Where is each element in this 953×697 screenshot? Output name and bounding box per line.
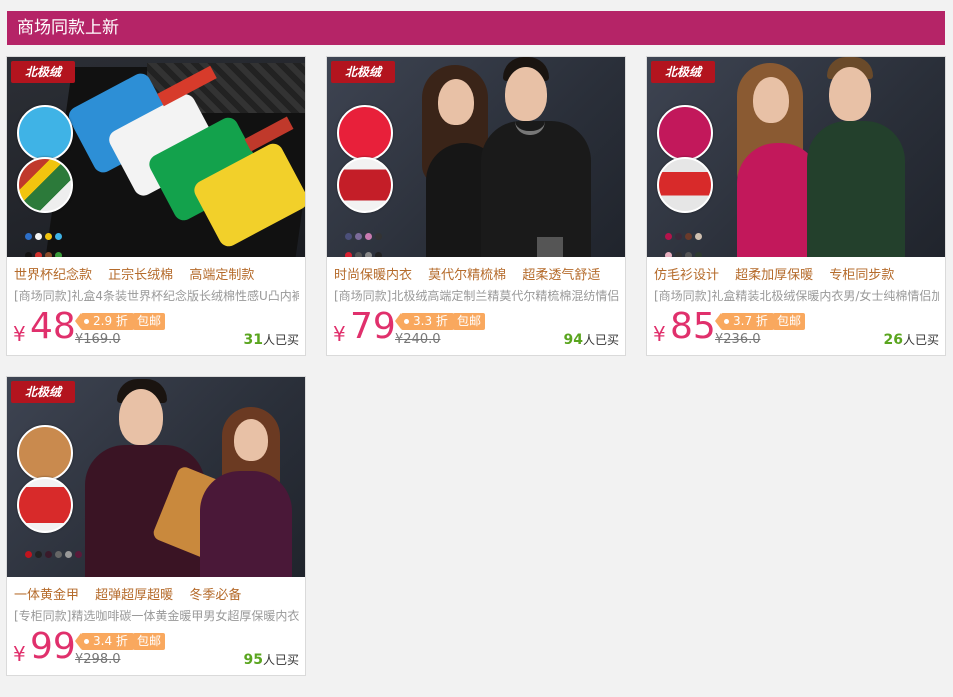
original-price: ¥240.0 bbox=[395, 332, 441, 347]
discount-badge: 3.7 折 bbox=[715, 313, 774, 330]
feature-tag: 正宗长绒棉 bbox=[108, 268, 174, 283]
color-dots bbox=[25, 225, 65, 257]
color-dots bbox=[665, 225, 705, 257]
currency-symbol: ¥ bbox=[13, 322, 26, 346]
feature-tag: 高端定制款 bbox=[189, 268, 255, 283]
original-price: ¥169.0 bbox=[75, 332, 121, 347]
currency-symbol: ¥ bbox=[333, 322, 346, 346]
sold-count: 95人已买 bbox=[243, 652, 300, 668]
sold-count: 31人已买 bbox=[243, 332, 300, 348]
feature-tag: 世界杯纪念款 bbox=[14, 268, 93, 283]
product-card[interactable]: 北极绒 一体黄金甲 超弹超厚超暖 冬季必备 [专柜同款]精选咖啡碳一体黄金暖甲男… bbox=[6, 376, 306, 676]
product-title-link[interactable]: [专柜同款]精选咖啡碳一体黄金暖甲男女超厚保暖内衣加绒加厚套装 bbox=[14, 607, 299, 624]
color-swatch-1[interactable] bbox=[657, 105, 713, 161]
product-title-link[interactable]: [商场同款]北极绒高端定制兰精莫代尔精梳棉混纺情侣保暖内衣套装 bbox=[334, 287, 619, 304]
brand-logo: 北极绒 bbox=[11, 381, 75, 403]
product-title-link[interactable]: [商场同款]礼盒精装北极绒保暖内衣男/女士纯棉情侣加厚秋衣秋裤套装 bbox=[654, 287, 939, 304]
feature-tag: 超柔透气舒适 bbox=[522, 268, 601, 283]
sale-price: 79 bbox=[350, 306, 396, 347]
product-card[interactable]: 北极绒 世界杯纪念款 正宗长绒棉 高端定制款 [商场同款]礼盒4条装世界杯纪念版… bbox=[6, 56, 306, 356]
free-shipping-badge: 包邮 bbox=[133, 313, 166, 330]
feature-tags: 世界杯纪念款 正宗长绒棉 高端定制款 bbox=[14, 264, 266, 283]
sale-price: 85 bbox=[670, 306, 716, 347]
currency-symbol: ¥ bbox=[13, 642, 26, 666]
feature-tag: 超柔加厚保暖 bbox=[735, 268, 814, 283]
color-swatch-1[interactable] bbox=[17, 105, 73, 161]
brand-logo: 北极绒 bbox=[651, 61, 715, 83]
feature-tags: 一体黄金甲 超弹超厚超暖 冬季必备 bbox=[14, 584, 253, 603]
discount-badge: 3.3 折 bbox=[395, 313, 454, 330]
brand-logo: 北极绒 bbox=[331, 61, 395, 83]
product-image[interactable]: 北极绒 bbox=[327, 57, 625, 257]
feature-tag: 莫代尔精梳棉 bbox=[428, 268, 507, 283]
original-price: ¥298.0 bbox=[75, 652, 121, 667]
product-card[interactable]: 北极绒 仿毛衫设计 超柔加厚保暖 专柜同步款 [商场同款]礼盒精装北极绒保暖内衣… bbox=[646, 56, 946, 356]
sold-count: 26人已买 bbox=[883, 332, 940, 348]
product-title-link[interactable]: [商场同款]礼盒4条装世界杯纪念版长绒棉性感U凸内裤男士平角裤 bbox=[14, 287, 299, 304]
currency-symbol: ¥ bbox=[653, 322, 666, 346]
feature-tag: 仿毛衫设计 bbox=[654, 268, 720, 283]
brand-logo: 北极绒 bbox=[11, 61, 75, 83]
color-swatch-2[interactable] bbox=[657, 157, 713, 213]
feature-tag: 时尚保暖内衣 bbox=[334, 268, 413, 283]
feature-tag: 专柜同步款 bbox=[829, 268, 895, 283]
product-image[interactable]: 北极绒 bbox=[647, 57, 945, 257]
feature-tags: 仿毛衫设计 超柔加厚保暖 专柜同步款 bbox=[654, 264, 906, 283]
sale-price: 99 bbox=[30, 626, 76, 667]
product-image[interactable]: 北极绒 bbox=[7, 377, 305, 577]
product-card[interactable]: 北极绒 时尚保暖内衣 莫代尔精梳棉 超柔透气舒适 [商场同款]北极绒高端定制兰精… bbox=[326, 56, 626, 356]
sold-count: 94人已买 bbox=[563, 332, 620, 348]
sale-price: 48 bbox=[30, 306, 76, 347]
color-swatch-2[interactable] bbox=[337, 157, 393, 213]
color-dots bbox=[345, 225, 385, 257]
original-price: ¥236.0 bbox=[715, 332, 761, 347]
discount-badge: 3.4 折 bbox=[75, 633, 134, 650]
feature-tag: 冬季必备 bbox=[189, 588, 242, 603]
color-dots bbox=[25, 543, 85, 562]
discount-badge: 2.9 折 bbox=[75, 313, 134, 330]
color-swatch-2[interactable] bbox=[17, 157, 73, 213]
feature-tags: 时尚保暖内衣 莫代尔精梳棉 超柔透气舒适 bbox=[334, 264, 612, 283]
section-title: 商场同款上新 bbox=[7, 11, 945, 45]
free-shipping-badge: 包邮 bbox=[453, 313, 486, 330]
feature-tag: 一体黄金甲 bbox=[14, 588, 80, 603]
free-shipping-badge: 包邮 bbox=[773, 313, 806, 330]
color-swatch-1[interactable] bbox=[17, 425, 73, 481]
color-swatch-2[interactable] bbox=[17, 477, 73, 533]
color-swatch-1[interactable] bbox=[337, 105, 393, 161]
product-image[interactable]: 北极绒 bbox=[7, 57, 305, 257]
free-shipping-badge: 包邮 bbox=[133, 633, 166, 650]
feature-tag: 超弹超厚超暖 bbox=[95, 588, 174, 603]
